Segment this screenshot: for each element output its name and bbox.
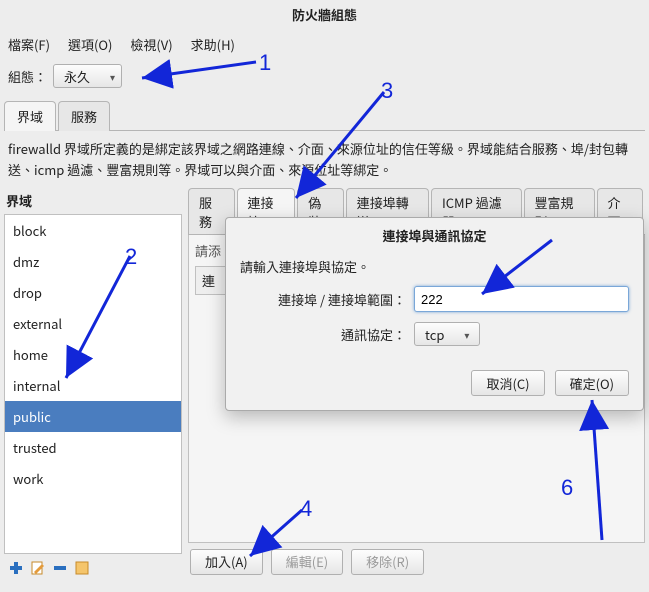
zone-description: firewalld 界域所定義的是綁定該界域之網路連線、介面、來源位址的信任等級… — [0, 131, 649, 187]
config-value: 永久 — [64, 67, 90, 86]
list-item[interactable]: block — [5, 215, 181, 246]
dialog-title: 連接埠與通訊協定 — [226, 218, 643, 253]
annotation-6: 6 — [561, 475, 573, 501]
annotation-3: 3 — [381, 78, 393, 104]
list-item[interactable]: external — [5, 308, 181, 339]
proto-value: tcp — [425, 325, 444, 344]
list-item[interactable]: public — [5, 401, 181, 432]
defaults-zone-icon[interactable] — [74, 560, 90, 576]
tab-zone[interactable]: 界域 — [4, 101, 56, 131]
zones-toolbar — [4, 554, 182, 582]
annotation-2: 2 — [125, 244, 137, 270]
cancel-button[interactable]: 取消(C) — [471, 370, 544, 396]
proto-combo[interactable]: tcp ▾ — [414, 322, 480, 346]
zones-list[interactable]: blockdmzdropexternalhomeinternalpublictr… — [4, 214, 182, 554]
list-item[interactable]: work — [5, 463, 181, 494]
chevron-down-icon: ▾ — [464, 327, 469, 342]
add-zone-icon[interactable] — [8, 560, 24, 576]
edit-port-button[interactable]: 編輯(E) — [271, 549, 343, 575]
menu-help[interactable]: 求助(H) — [191, 35, 235, 54]
chevron-down-icon: ▾ — [110, 69, 115, 84]
ports-toolbar: 加入(A) 編輯(E) 移除(R) — [188, 543, 645, 581]
menu-file[interactable]: 檔案(F) — [8, 35, 50, 54]
tab-service[interactable]: 服務 — [58, 101, 110, 131]
list-item[interactable]: dmz — [5, 246, 181, 277]
menu-options[interactable]: 選項(O) — [68, 35, 112, 54]
config-combo[interactable]: 永久 ▾ — [53, 64, 122, 88]
list-item[interactable]: internal — [5, 370, 181, 401]
port-dialog: 連接埠與通訊協定 請輸入連接埠與協定。 連接埠 / 連接埠範圍： 通訊協定： t… — [225, 217, 644, 411]
tabs-l1: 界域 服務 — [4, 100, 645, 131]
proto-label: 通訊協定： — [240, 325, 406, 344]
remove-zone-icon[interactable] — [52, 560, 68, 576]
config-row: 組態： 永久 ▾ — [0, 60, 649, 100]
dialog-message: 請輸入連接埠與協定。 — [240, 257, 629, 276]
annotation-4: 4 — [300, 496, 312, 522]
menu-view[interactable]: 檢視(V) — [130, 35, 172, 54]
add-port-button[interactable]: 加入(A) — [190, 549, 263, 575]
window-title: 防火牆組態 — [0, 0, 649, 29]
ok-button[interactable]: 確定(O) — [555, 370, 629, 396]
port-input[interactable] — [414, 286, 629, 312]
zones-heading: 界域 — [4, 187, 182, 214]
config-label: 組態： — [8, 67, 47, 86]
list-item[interactable]: drop — [5, 277, 181, 308]
remove-port-button[interactable]: 移除(R) — [351, 549, 424, 575]
list-item[interactable]: trusted — [5, 432, 181, 463]
menubar: 檔案(F) 選項(O) 檢視(V) 求助(H) — [0, 29, 649, 60]
annotation-1: 1 — [259, 50, 271, 76]
port-label: 連接埠 / 連接埠範圍： — [240, 290, 406, 309]
edit-zone-icon[interactable] — [30, 560, 46, 576]
list-item[interactable]: home — [5, 339, 181, 370]
